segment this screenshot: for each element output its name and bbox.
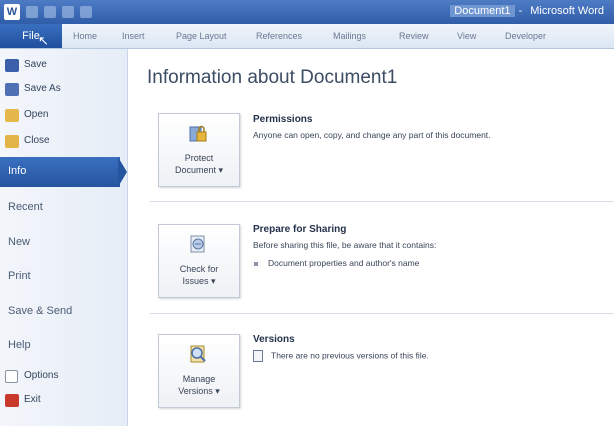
protect-label-line2: Document ▾ — [174, 165, 224, 175]
section-divider — [150, 201, 614, 202]
tab-mailings[interactable]: Mailings — [333, 24, 366, 48]
page-title: Information about Document1 — [147, 67, 398, 88]
menu-info-label: Info — [8, 165, 27, 177]
prepare-sharing-heading: Prepare for Sharing — [253, 224, 347, 235]
exit-icon — [5, 394, 19, 407]
tab-view[interactable]: View — [457, 24, 476, 48]
tab-developer[interactable]: Developer — [505, 24, 546, 48]
document-name: Document1 — [450, 5, 515, 17]
selected-arrow-icon — [118, 157, 127, 187]
window-title: Document1- Microsoft Word — [450, 5, 608, 17]
tab-references[interactable]: References — [256, 24, 302, 48]
protect-label-line1: Protect — [184, 153, 214, 163]
sharing-bullet-text: Document properties and author's name — [268, 258, 420, 268]
permissions-description: Anyone can open, copy, and change any pa… — [253, 130, 491, 140]
check-for-issues-icon — [190, 235, 205, 253]
quick-access-redo-icon[interactable] — [62, 6, 74, 18]
quick-access-customize-icon[interactable] — [80, 6, 92, 18]
versions-label-line2: Versions ▾ — [178, 386, 220, 396]
open-folder-icon — [5, 109, 19, 122]
title-bar: W Document1- Microsoft Word — [0, 0, 614, 24]
quick-access-undo-icon[interactable] — [44, 6, 56, 18]
versions-heading: Versions — [253, 334, 295, 345]
app-name: Microsoft Word — [530, 5, 604, 17]
tab-review[interactable]: Review — [399, 24, 429, 48]
menu-print[interactable]: Print — [8, 270, 31, 282]
protect-document-button[interactable]: Protect Document ▾ — [158, 113, 240, 187]
ribbon-tab-bar: File Home Insert Page Layout References … — [0, 24, 614, 49]
title-separator: - — [518, 5, 523, 17]
prepare-sharing-description: Before sharing this file, be aware that … — [253, 240, 437, 250]
menu-recent[interactable]: Recent — [8, 201, 43, 213]
protect-document-icon — [189, 125, 207, 142]
save-as-icon — [5, 83, 19, 96]
tab-file[interactable]: File — [0, 24, 62, 48]
tab-home[interactable]: Home — [73, 24, 97, 48]
menu-options-label: Options — [24, 370, 59, 381]
protect-document-label: Protect Document ▾ — [159, 152, 239, 176]
tab-insert[interactable]: Insert — [122, 24, 145, 48]
versions-label-line1: Manage — [182, 374, 216, 384]
bullet-icon — [254, 261, 258, 266]
menu-save-as-label: Save As — [24, 83, 61, 94]
versions-description-text: There are no previous versions of this f… — [271, 350, 429, 361]
menu-new[interactable]: New — [8, 236, 30, 248]
check-label-line1: Check for — [179, 264, 219, 274]
word-app-icon[interactable]: W — [4, 4, 20, 20]
check-label-line2: Issues ▾ — [182, 276, 216, 286]
manage-versions-icon — [190, 345, 206, 363]
backstage-menu: Save Save As Open Close Info Recent New … — [0, 49, 128, 426]
sharing-bullet-item: Document properties and author's name — [254, 258, 419, 268]
menu-exit-label: Exit — [24, 394, 41, 405]
manage-versions-button[interactable]: Manage Versions ▾ — [158, 334, 240, 408]
menu-help[interactable]: Help — [8, 339, 31, 351]
menu-close-label: Close — [24, 135, 50, 146]
menu-save-send[interactable]: Save & Send — [8, 305, 72, 317]
permissions-heading: Permissions — [253, 114, 313, 125]
check-for-issues-label: Check for Issues ▾ — [159, 263, 239, 287]
document-version-icon — [253, 350, 263, 362]
quick-access-save-icon[interactable] — [26, 6, 38, 18]
save-icon — [5, 59, 19, 72]
menu-save-label: Save — [24, 59, 47, 70]
menu-open-label: Open — [24, 109, 49, 120]
versions-description: There are no previous versions of this f… — [253, 350, 429, 362]
menu-info[interactable]: Info — [0, 157, 120, 187]
close-folder-icon — [5, 135, 19, 148]
manage-versions-label: Manage Versions ▾ — [159, 373, 239, 397]
mouse-cursor-icon: ↖ — [38, 33, 49, 48]
check-for-issues-button[interactable]: Check for Issues ▾ — [158, 224, 240, 298]
options-icon — [5, 370, 18, 383]
tab-page-layout[interactable]: Page Layout — [176, 24, 227, 48]
section-divider — [150, 313, 614, 314]
